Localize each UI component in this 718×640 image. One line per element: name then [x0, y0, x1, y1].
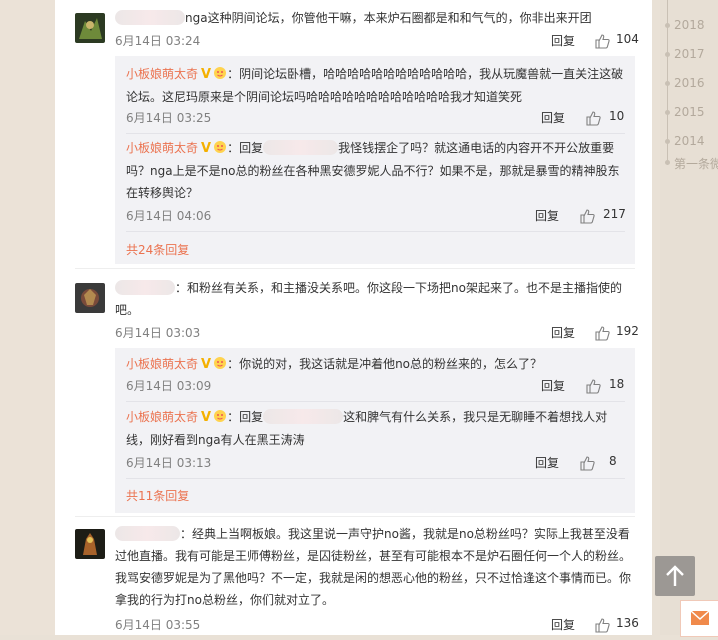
reply-time: 6月14日 04:06 [126, 209, 212, 223]
reply-item: 小板娘萌太奇 V ：阴间论坛卧槽，哈哈哈哈哈哈哈哈哈哈哈哈，我从玩魔兽就一直关注这破… [126, 63, 626, 108]
thumbs-up-icon[interactable] [579, 208, 595, 224]
avatar[interactable] [75, 13, 105, 43]
timeline-dot [665, 139, 670, 144]
thumbs-up-icon[interactable] [579, 455, 595, 471]
reply-meta: 6月14日 03:13 回复 8 [126, 454, 625, 472]
left-gutter [0, 0, 55, 635]
comment-time: 6月14日 03:03 [115, 326, 201, 340]
back-to-top-button[interactable] [655, 556, 695, 596]
reply-text: ：你说的对，我这话就是冲着他no总的粉丝来的，怎么了？ [227, 357, 543, 371]
comment-meta: 6月14日 03:24 回复 104 [115, 32, 639, 50]
fan-badge-icon [214, 410, 227, 422]
reply-button[interactable]: 回复 [551, 324, 575, 341]
verified-v-icon: V [201, 410, 212, 425]
comment-time: 6月14日 03:24 [115, 34, 201, 48]
comment-text: ：和粉丝有关系，和主播没关系吧。你这段一下场把no架起来了。也不是主播指使的吧。 [115, 280, 622, 317]
comment-divider [75, 268, 635, 269]
reply-separator [126, 401, 625, 402]
reply-button[interactable]: 回复 [535, 207, 559, 224]
reply-box: 小板娘萌太奇 V ：阴间论坛卧槽，哈哈哈哈哈哈哈哈哈哈哈哈，我从玩魔兽就一直关注这破… [115, 56, 635, 264]
comment-body: nga这种阴间论坛，你管他干嘛，本来炉石圈都是和和气气的，你非出来开团 [185, 11, 592, 25]
reply-author-link[interactable]: 小板娘萌太奇 [126, 410, 198, 424]
like-count: 104 [616, 32, 639, 46]
blurred-username [115, 10, 185, 25]
comment-time: 6月14日 03:55 [115, 618, 201, 632]
comment-meta: 6月14日 03:55 回复 136 [115, 616, 639, 634]
reply-time: 6月14日 03:13 [126, 456, 212, 470]
reply-button[interactable]: 回复 [535, 454, 559, 471]
more-replies-link[interactable]: 共24条回复 [126, 241, 189, 258]
thumbs-up-icon[interactable] [594, 617, 610, 633]
reply-button[interactable]: 回复 [541, 109, 565, 126]
comments-panel: nga这种阴间论坛，你管他干嘛，本来炉石圈都是和和气气的，你非出来开团 6月14… [55, 0, 652, 635]
timeline-first-item[interactable]: 第一条微 [674, 155, 718, 172]
blurred-username [263, 409, 344, 424]
reply-meta: 6月14日 04:06 回复 217 [126, 207, 626, 225]
timeline-year[interactable]: 2014 [674, 134, 705, 148]
blurred-username [263, 140, 339, 155]
timeline-year[interactable]: 2018 [674, 18, 705, 32]
timeline-dot [665, 23, 670, 28]
like-count: 192 [616, 324, 639, 338]
comment-text: ：经典上当啊板娘。我这里说一声守护no酱，我就是no总粉丝吗？实际上我甚至没看过… [115, 526, 632, 607]
comment-body: 经典上当啊板娘。我这里说一声守护no酱，我就是no总粉丝吗？实际上我甚至没看过他… [115, 527, 632, 607]
reply-separator [126, 231, 625, 232]
reply-item: 小板娘萌太奇 V ：你说的对，我这话就是冲着他no总的粉丝来的，怎么了？ [126, 353, 626, 376]
like-count: 217 [603, 207, 626, 221]
fan-badge-icon [214, 141, 227, 153]
timeline-dot [665, 160, 670, 165]
timeline-dot [665, 52, 670, 57]
reply-text: 我怪钱摆企了吗？就这通电话的内容开不开公放重要吗？nga上是不是no总的粉丝在各… [126, 141, 620, 200]
thumbs-up-icon[interactable] [585, 110, 601, 126]
reply-author-link[interactable]: 小板娘萌太奇 [126, 141, 198, 155]
comment-text: nga这种阴间论坛，你管他干嘛，本来炉石圈都是和和气气的，你非出来开团 [115, 7, 635, 29]
thumbs-up-icon[interactable] [585, 378, 601, 394]
blurred-username [115, 526, 180, 541]
reply-time: 6月14日 03:25 [126, 111, 212, 125]
reply-item: 小板娘萌太奇 V ：回复 我怪钱摆企了吗？就这通电话的内容开不开公放重要吗？nga上是… [126, 137, 626, 204]
verified-v-icon: V [201, 67, 212, 82]
timeline-year[interactable]: 2016 [674, 76, 705, 90]
reply-prefix: ：回复 [227, 141, 264, 155]
like-count: 136 [616, 616, 639, 630]
timeline-year[interactable]: 2015 [674, 105, 705, 119]
timeline-dot [665, 110, 670, 115]
reply-separator [126, 478, 625, 479]
more-replies-link[interactable]: 共11条回复 [126, 487, 189, 504]
reply-button[interactable]: 回复 [551, 32, 575, 49]
fan-badge-icon [214, 357, 227, 369]
message-button[interactable] [680, 600, 718, 637]
blurred-username [115, 280, 175, 295]
like-count: 18 [609, 377, 625, 391]
thumbs-up-icon[interactable] [594, 33, 610, 49]
reply-text: 这和脾气有什么关系，我只是无聊睡不着想找人对线，刚好看到nga有人在黑王涛涛 [126, 410, 608, 447]
reply-meta: 6月14日 03:09 回复 18 [126, 377, 625, 395]
verified-v-icon: V [201, 141, 212, 156]
reply-author-link[interactable]: 小板娘萌太奇 [126, 67, 198, 81]
reply-prefix: ：回复 [227, 410, 264, 424]
avatar[interactable] [75, 283, 105, 313]
timeline-year[interactable]: 2017 [674, 47, 705, 61]
reply-time: 6月14日 03:09 [126, 379, 212, 393]
comment-meta: 6月14日 03:03 回复 192 [115, 324, 639, 342]
comment-divider [75, 516, 635, 517]
reply-meta: 6月14日 03:25 回复 10 [126, 109, 625, 127]
reply-button[interactable]: 回复 [541, 377, 565, 394]
fan-badge-icon [214, 67, 227, 79]
reply-item: 小板娘萌太奇 V ：回复 这和脾气有什么关系，我只是无聊睡不着想找人对线，刚好看到ng… [126, 406, 626, 451]
timeline-dot [665, 81, 670, 86]
comment-body: 和粉丝有关系，和主播没关系吧。你这段一下场把no架起来了。也不是主播指使的吧。 [115, 281, 622, 317]
reply-box: 小板娘萌太奇 V ：你说的对，我这话就是冲着他no总的粉丝来的，怎么了？ 6月14日… [115, 348, 635, 513]
like-count: 10 [609, 109, 625, 123]
verified-v-icon: V [201, 357, 212, 372]
like-count: 8 [609, 454, 617, 468]
year-timeline: 2018 2017 2016 2015 2014 第一条微 [660, 0, 718, 635]
mail-icon [690, 610, 710, 625]
avatar[interactable] [75, 529, 105, 559]
reply-author-link[interactable]: 小板娘萌太奇 [126, 357, 198, 371]
reply-button[interactable]: 回复 [551, 616, 575, 633]
arrow-up-icon [666, 565, 684, 586]
reply-separator [126, 133, 625, 134]
thumbs-up-icon[interactable] [594, 325, 610, 341]
